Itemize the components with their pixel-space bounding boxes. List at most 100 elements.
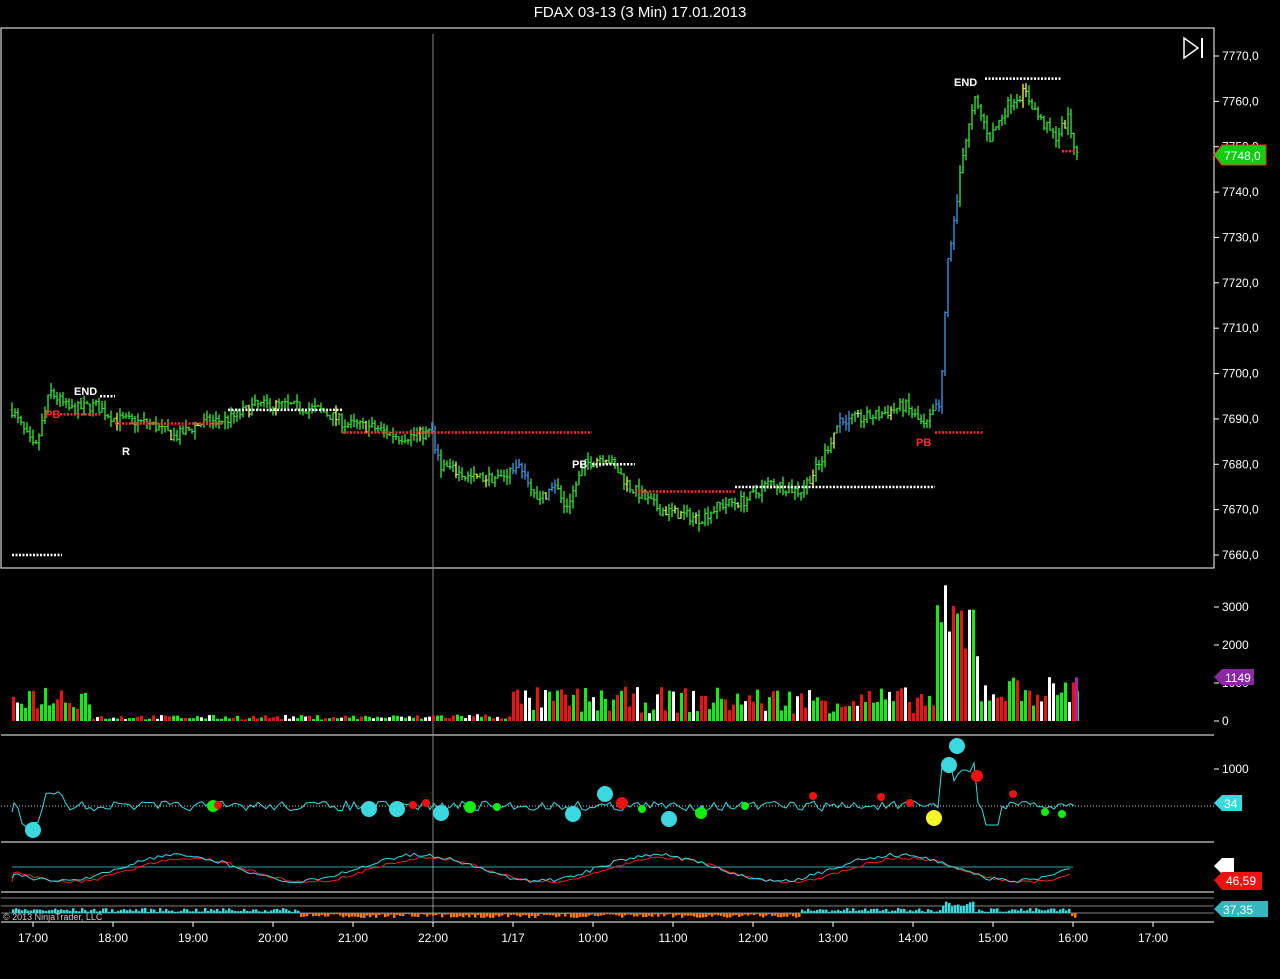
volume-bar (224, 716, 227, 721)
histogram-bar (480, 913, 483, 918)
volume-bar (1056, 695, 1059, 721)
price-panel[interactable]: END PB R PB PB END (10, 77, 1079, 557)
volume-bar (200, 717, 203, 721)
volume-bar (236, 715, 239, 721)
volume-bar (244, 719, 247, 721)
volume-bar (144, 719, 147, 721)
histogram-bar (285, 909, 288, 913)
stochastic-badges: 0 46,59 (1214, 858, 1262, 890)
volume-bar (380, 717, 383, 721)
volume-bar (708, 709, 711, 721)
volume-bar (624, 686, 627, 721)
volume-bar (664, 710, 667, 721)
volume-bar (36, 708, 39, 721)
volume-bar (1016, 680, 1019, 721)
histogram-bar (126, 910, 129, 913)
histogram-bar (792, 913, 795, 917)
volume-bar (832, 711, 835, 721)
price-bar (958, 165, 962, 207)
histogram-panel[interactable] (1, 897, 1214, 918)
histogram-bar (894, 910, 897, 913)
volume-bar (216, 718, 219, 721)
volume-bar-last (1075, 677, 1078, 721)
price-bar (901, 398, 905, 417)
histogram-bar (1032, 911, 1035, 913)
price-bar (706, 506, 710, 526)
histogram-bar (816, 909, 819, 913)
volume-bar (772, 691, 775, 721)
price-bar (835, 425, 839, 434)
histogram-bar (264, 910, 267, 913)
histogram-bar (1026, 910, 1029, 913)
price-bar (247, 404, 251, 418)
volume-bar (44, 687, 47, 721)
histogram-bar (606, 913, 609, 915)
histogram-bar (498, 913, 501, 917)
price-bar (922, 413, 926, 429)
histogram-bar (384, 913, 387, 918)
volume-panel[interactable] (12, 585, 1079, 721)
histogram-bar (588, 913, 591, 916)
histogram-bar (1035, 908, 1038, 913)
volume-bar (168, 716, 171, 721)
histogram-bar (813, 910, 816, 913)
histogram-bar (822, 909, 825, 913)
histogram-bar (312, 913, 315, 917)
histogram-bar (921, 911, 924, 913)
price-bar (808, 475, 812, 485)
price-annotation: END (74, 386, 97, 398)
histogram-bar (687, 913, 690, 916)
price-bar (664, 506, 668, 516)
histogram-bar (855, 910, 858, 913)
price-bar (208, 413, 212, 428)
skip-to-end-icon[interactable] (1183, 36, 1203, 60)
volume-bar (1008, 681, 1011, 721)
histogram-bar (957, 904, 960, 913)
oscillator-dot (949, 738, 965, 754)
price-tick-label: 7690,0 (1222, 412, 1259, 426)
volume-bar (416, 715, 419, 721)
histogram-value-label: 37,35 (1223, 903, 1253, 917)
volume-bar (336, 718, 339, 721)
histogram-bar (765, 913, 768, 916)
volume-bar (952, 605, 955, 721)
oscillator-panel[interactable] (1, 738, 1214, 838)
histogram-bar (342, 913, 345, 918)
volume-tick-label: 3000 (1222, 600, 1249, 614)
oscillator-dot (464, 801, 476, 813)
histogram-bar (390, 913, 393, 915)
stochastic-panel[interactable] (11, 852, 1073, 884)
volume-bar (800, 693, 803, 721)
price-bar (445, 460, 449, 468)
volume-bar (188, 718, 191, 721)
histogram-bar (243, 908, 246, 913)
histogram-bar (1020, 908, 1023, 913)
price-tick-label: 7770,0 (1222, 49, 1259, 63)
histogram-bar (702, 913, 705, 918)
histogram-bar (711, 913, 714, 917)
volume-bar (1052, 683, 1055, 721)
price-bar (226, 415, 230, 430)
histogram-bar (321, 913, 324, 915)
histogram-bar (696, 913, 699, 918)
price-bar (13, 408, 17, 419)
price-bar (433, 425, 437, 454)
price-bar (541, 490, 545, 504)
histogram-bar (468, 913, 471, 918)
volume-bar (428, 716, 431, 721)
price-bar (1069, 108, 1073, 139)
histogram-bar (615, 913, 618, 916)
oscillator-dot (389, 801, 405, 817)
volume-bar (464, 718, 467, 721)
price-bar (784, 490, 788, 497)
volume-bar (716, 687, 719, 721)
price-bar (985, 115, 989, 142)
histogram-bar (369, 913, 372, 918)
histogram-bar (207, 910, 210, 913)
chart-canvas[interactable]: ENDPBRPBPBEND 7770,07760,07750,07740,077… (0, 0, 1280, 979)
histogram-bar (729, 913, 732, 918)
histogram-bar (366, 913, 369, 916)
histogram-bar (534, 913, 537, 918)
histogram-bar (213, 910, 216, 913)
histogram-bar (1068, 908, 1071, 913)
